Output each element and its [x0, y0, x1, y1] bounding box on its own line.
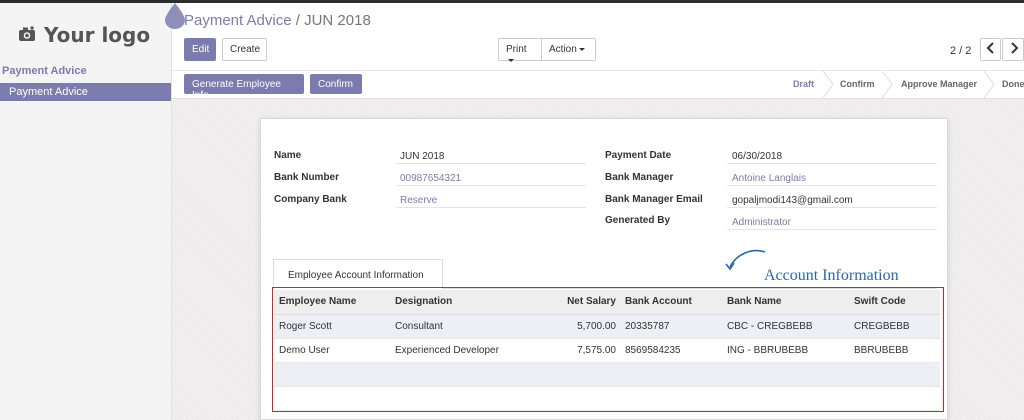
- bank-number-label: Bank Number: [274, 172, 340, 183]
- breadcrumb: Payment Advice / JUN 2018: [184, 12, 371, 29]
- divider: [727, 185, 937, 186]
- pager-next-button[interactable]: [1002, 38, 1024, 61]
- highlight-box: [272, 287, 944, 412]
- create-button[interactable]: Create: [222, 38, 267, 61]
- company-logo[interactable]: Your logo: [18, 23, 150, 47]
- state-separator-icon: [822, 71, 834, 98]
- form-sheet: Name JUN 2018 Bank Number 00987654321 Co…: [260, 118, 948, 420]
- company-bank-link[interactable]: Reserve: [400, 195, 437, 206]
- generated-by-label: Generated By: [605, 215, 671, 226]
- name-value: JUN 2018: [400, 151, 445, 162]
- statusbar: Generate Employee Info Confirm Draft Con…: [172, 70, 1024, 101]
- chevron-right-icon: [1011, 42, 1019, 54]
- bank-number-link[interactable]: 00987654321: [400, 173, 461, 184]
- form-view-background: Name JUN 2018 Bank Number 00987654321 Co…: [172, 99, 1024, 420]
- caret-down-icon: [578, 47, 585, 51]
- divider: [727, 163, 937, 164]
- divider: [396, 185, 586, 186]
- print-dropdown[interactable]: Print: [498, 38, 542, 62]
- logo-text: Your logo: [44, 23, 151, 47]
- bank-manager-link[interactable]: Antoine Langlais: [732, 173, 806, 184]
- state-approve-manager[interactable]: Approve Manager: [901, 79, 977, 89]
- print-label: Print: [506, 44, 527, 55]
- action-dropdown[interactable]: Action: [541, 38, 596, 61]
- chevron-left-icon: [986, 42, 994, 54]
- sidebar-section-payment-advice[interactable]: Payment Advice: [2, 65, 87, 77]
- camera-icon: [18, 25, 36, 45]
- payment-date-label: Payment Date: [605, 150, 672, 161]
- tab-employee-account-information[interactable]: Employee Account Information: [273, 259, 443, 289]
- name-label: Name: [274, 150, 302, 161]
- state-separator-icon: [881, 71, 893, 98]
- annotation-label: Account Information: [764, 267, 899, 284]
- payment-date-value: 06/30/2018: [732, 151, 783, 162]
- pager-value: 2 / 2: [950, 45, 972, 57]
- company-bank-label: Company Bank: [274, 194, 347, 205]
- breadcrumb-separator: /: [295, 12, 300, 29]
- state-done[interactable]: Done: [1002, 79, 1024, 89]
- confirm-button[interactable]: Confirm: [310, 74, 362, 94]
- sidebar: Your logo Payment Advice Payment Advice: [0, 3, 172, 420]
- breadcrumb-parent-link[interactable]: Payment Advice: [184, 12, 292, 29]
- state-separator-icon: [983, 71, 995, 98]
- bank-manager-label: Bank Manager: [605, 172, 674, 183]
- caret-down-icon: [508, 58, 514, 62]
- divider: [727, 229, 937, 230]
- state-draft[interactable]: Draft: [793, 79, 814, 89]
- generate-employee-info-button[interactable]: Generate Employee Info: [184, 74, 304, 101]
- action-label: Action: [549, 44, 577, 55]
- state-confirm[interactable]: Confirm: [840, 79, 875, 89]
- sidebar-item-payment-advice[interactable]: Payment Advice: [0, 83, 171, 101]
- bank-manager-email-value: gopaljmodi143@gmail.com: [732, 195, 853, 206]
- divider: [396, 207, 586, 208]
- bank-manager-email-label: Bank Manager Email: [605, 194, 703, 205]
- generated-by-link[interactable]: Administrator: [732, 217, 791, 228]
- pager-previous-button[interactable]: [980, 38, 1001, 61]
- divider: [727, 207, 937, 208]
- divider: [396, 163, 586, 164]
- edit-button[interactable]: Edit: [184, 38, 216, 61]
- breadcrumb-current: JUN 2018: [304, 12, 371, 29]
